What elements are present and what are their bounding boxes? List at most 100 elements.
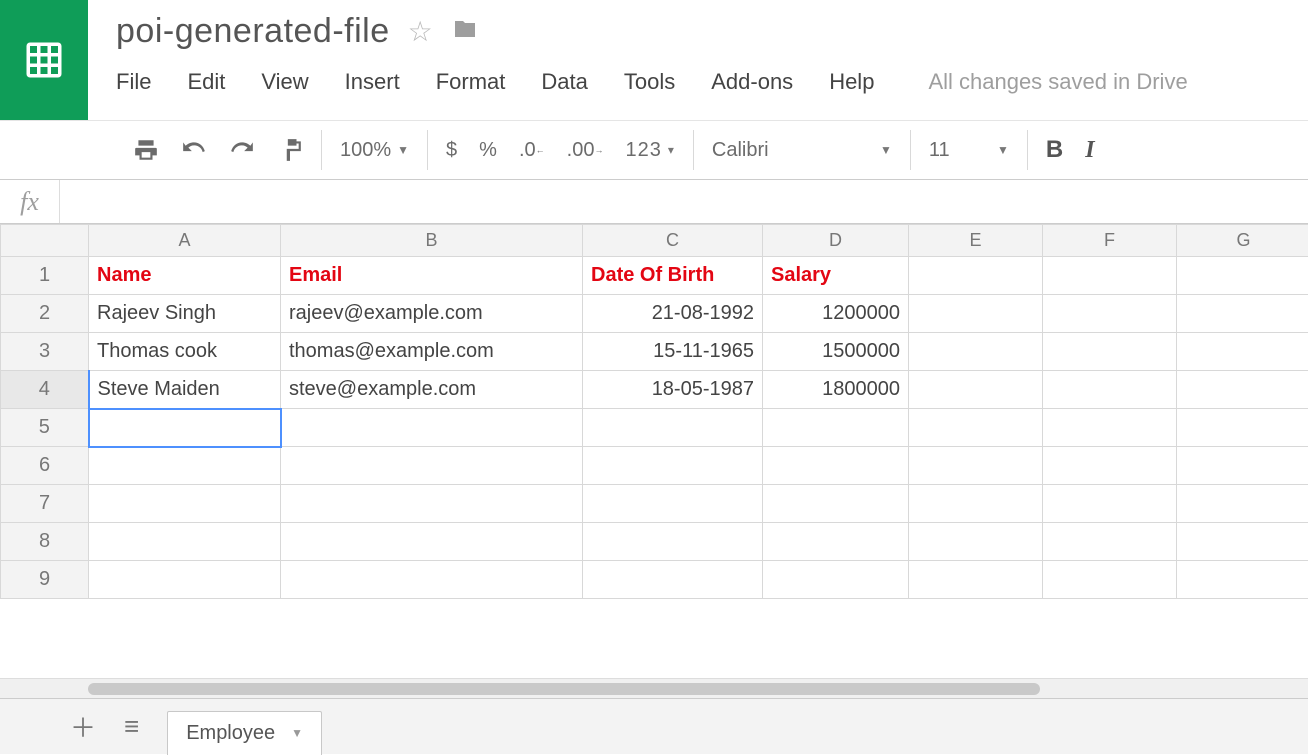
col-header-G[interactable]: G — [1177, 225, 1308, 257]
cell-A3[interactable]: Thomas cook — [89, 333, 281, 371]
cell-G1[interactable] — [1177, 257, 1308, 295]
menu-insert[interactable]: Insert — [345, 69, 400, 95]
document-title[interactable]: poi-generated-file — [116, 12, 390, 51]
cell-D5[interactable] — [763, 409, 909, 447]
cell-D4[interactable]: 1800000 — [763, 371, 909, 409]
cell-B6[interactable] — [281, 447, 583, 485]
cell-G8[interactable] — [1177, 523, 1308, 561]
cell-A9[interactable] — [89, 561, 281, 599]
select-all-cell[interactable] — [1, 225, 89, 257]
cell-D7[interactable] — [763, 485, 909, 523]
cell-D2[interactable]: 1200000 — [763, 295, 909, 333]
cell-C6[interactable] — [583, 447, 763, 485]
cell-E1[interactable] — [909, 257, 1043, 295]
row-header[interactable]: 5 — [1, 409, 89, 447]
font-size-dropdown[interactable]: 11▼ — [929, 139, 1009, 162]
cell-A2[interactable]: Rajeev Singh — [89, 295, 281, 333]
col-header-D[interactable]: D — [763, 225, 909, 257]
cell-F3[interactable] — [1043, 333, 1177, 371]
row-header[interactable]: 8 — [1, 523, 89, 561]
cell-C9[interactable] — [583, 561, 763, 599]
menu-format[interactable]: Format — [436, 69, 506, 95]
cell-F8[interactable] — [1043, 523, 1177, 561]
decrease-decimal[interactable]: .0← — [519, 143, 545, 157]
cell-C8[interactable] — [583, 523, 763, 561]
row-header[interactable]: 9 — [1, 561, 89, 599]
spreadsheet-grid[interactable]: A B C D E F G 1 Name Email Date Of Birth… — [0, 224, 1308, 678]
row-header[interactable]: 1 — [1, 257, 89, 295]
cell-F9[interactable] — [1043, 561, 1177, 599]
cell-G3[interactable] — [1177, 333, 1308, 371]
format-currency[interactable]: $ — [446, 139, 457, 162]
redo-icon[interactable] — [229, 137, 255, 163]
cell-F5[interactable] — [1043, 409, 1177, 447]
print-icon[interactable] — [133, 137, 159, 163]
row-header[interactable]: 2 — [1, 295, 89, 333]
cell-A4[interactable]: Steve Maiden — [89, 371, 281, 409]
cell-B1[interactable]: Email — [281, 257, 583, 295]
italic-button[interactable]: I — [1085, 137, 1094, 164]
cell-B8[interactable] — [281, 523, 583, 561]
col-header-C[interactable]: C — [583, 225, 763, 257]
cell-A5[interactable] — [89, 409, 281, 447]
format-percent[interactable]: % — [479, 139, 497, 162]
horizontal-scrollbar[interactable] — [0, 678, 1308, 698]
sheets-logo[interactable] — [0, 0, 88, 120]
cell-E6[interactable] — [909, 447, 1043, 485]
cell-D6[interactable] — [763, 447, 909, 485]
cell-G5[interactable] — [1177, 409, 1308, 447]
col-header-B[interactable]: B — [281, 225, 583, 257]
cell-D1[interactable]: Salary — [763, 257, 909, 295]
cell-E5[interactable] — [909, 409, 1043, 447]
cell-A7[interactable] — [89, 485, 281, 523]
add-sheet-icon[interactable]: ＋ — [70, 708, 96, 745]
folder-icon[interactable] — [451, 17, 479, 46]
cell-C1[interactable]: Date Of Birth — [583, 257, 763, 295]
cell-G4[interactable] — [1177, 371, 1308, 409]
menu-addons[interactable]: Add-ons — [711, 69, 793, 95]
cell-E3[interactable] — [909, 333, 1043, 371]
bold-button[interactable]: B — [1046, 136, 1063, 164]
cell-G6[interactable] — [1177, 447, 1308, 485]
cell-C7[interactable] — [583, 485, 763, 523]
cell-B7[interactable] — [281, 485, 583, 523]
undo-icon[interactable] — [181, 137, 207, 163]
cell-F7[interactable] — [1043, 485, 1177, 523]
cell-B5[interactable] — [281, 409, 583, 447]
cell-E8[interactable] — [909, 523, 1043, 561]
cell-G2[interactable] — [1177, 295, 1308, 333]
cell-B2[interactable]: rajeev@example.com — [281, 295, 583, 333]
cell-F2[interactable] — [1043, 295, 1177, 333]
formula-input[interactable] — [60, 180, 1308, 223]
cell-C3[interactable]: 15-11-1965 — [583, 333, 763, 371]
row-header[interactable]: 7 — [1, 485, 89, 523]
star-icon[interactable]: ☆ — [408, 15, 433, 48]
col-header-A[interactable]: A — [89, 225, 281, 257]
cell-E9[interactable] — [909, 561, 1043, 599]
cell-G7[interactable] — [1177, 485, 1308, 523]
cell-D8[interactable] — [763, 523, 909, 561]
cell-C5[interactable] — [583, 409, 763, 447]
paint-format-icon[interactable] — [277, 137, 303, 163]
cell-A8[interactable] — [89, 523, 281, 561]
cell-E7[interactable] — [909, 485, 1043, 523]
cell-B3[interactable]: thomas@example.com — [281, 333, 583, 371]
cell-E4[interactable] — [909, 371, 1043, 409]
cell-C2[interactable]: 21-08-1992 — [583, 295, 763, 333]
row-header[interactable]: 3 — [1, 333, 89, 371]
row-header[interactable]: 6 — [1, 447, 89, 485]
menu-help[interactable]: Help — [829, 69, 874, 95]
cell-D3[interactable]: 1500000 — [763, 333, 909, 371]
cell-F4[interactable] — [1043, 371, 1177, 409]
number-format-dropdown[interactable]: 123 ▾ — [625, 139, 674, 162]
sheet-tab-menu-icon[interactable]: ▼ — [291, 726, 303, 740]
menu-edit[interactable]: Edit — [187, 69, 225, 95]
col-header-F[interactable]: F — [1043, 225, 1177, 257]
zoom-dropdown[interactable]: 100%▼ — [340, 139, 409, 162]
row-header[interactable]: 4 — [1, 371, 89, 409]
cell-D9[interactable] — [763, 561, 909, 599]
menu-file[interactable]: File — [116, 69, 151, 95]
cell-F1[interactable] — [1043, 257, 1177, 295]
cell-E2[interactable] — [909, 295, 1043, 333]
cell-G9[interactable] — [1177, 561, 1308, 599]
